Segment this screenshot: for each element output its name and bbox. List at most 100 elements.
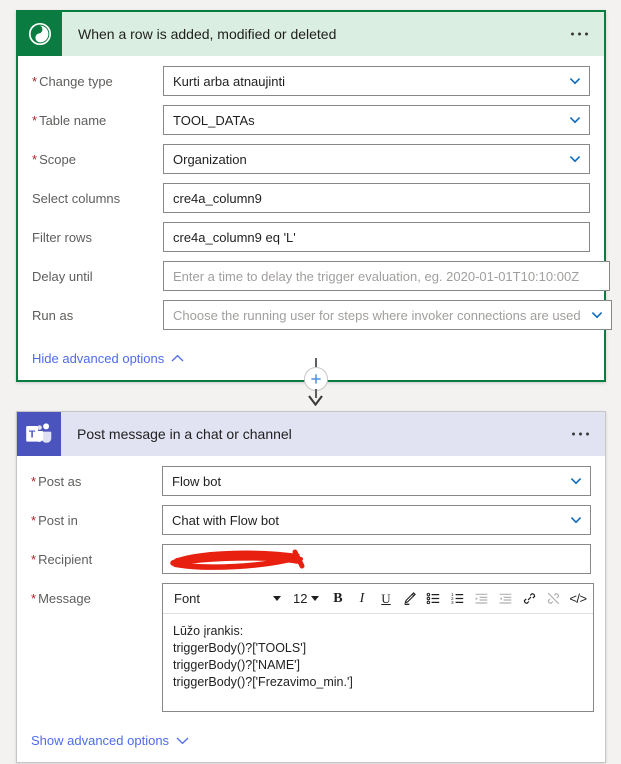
field-control-scope: Organization bbox=[163, 144, 590, 174]
label-text: Recipient bbox=[38, 552, 93, 567]
message-body[interactable]: Lūžo įrankis: triggerBody()?['TOOLS'] tr… bbox=[163, 614, 593, 711]
field-control-filter-rows: cre4a_column9 eq 'L' bbox=[163, 222, 590, 252]
pen-highlight-icon[interactable] bbox=[398, 587, 421, 610]
run-as-dropdown[interactable]: Choose the running user for steps where … bbox=[163, 300, 612, 330]
teams-icon: T bbox=[17, 412, 61, 456]
code-view-button[interactable]: </> bbox=[566, 587, 589, 610]
field-label-table-name: * Table name bbox=[32, 105, 163, 128]
label-text: Message bbox=[38, 591, 91, 606]
bold-button[interactable]: B bbox=[326, 587, 349, 610]
dot bbox=[586, 432, 589, 436]
action-card-header[interactable]: T Post message in a chat or channel bbox=[17, 412, 605, 456]
font-family-dropdown[interactable]: Font bbox=[167, 588, 286, 609]
svg-text:3: 3 bbox=[452, 600, 455, 605]
field-control-post-as: Flow bot bbox=[162, 466, 591, 496]
unlink-icon bbox=[542, 587, 565, 610]
scope-dropdown[interactable]: Organization bbox=[163, 144, 590, 174]
required-asterisk: * bbox=[32, 152, 38, 167]
trigger-card[interactable]: When a row is added, modified or deleted… bbox=[16, 10, 612, 382]
field-row-select-columns: Select columns cre4a_column9 bbox=[32, 183, 590, 213]
field-row-delay-until: Delay until Enter a time to delay the tr… bbox=[32, 261, 611, 291]
connector-line-top bbox=[315, 358, 317, 367]
font-size-value: 12 bbox=[293, 591, 308, 606]
action-card[interactable]: T Post message in a chat or channel * Pos… bbox=[16, 411, 606, 763]
field-row-scope: * Scope Organization bbox=[32, 144, 590, 174]
field-row-recipient: * Recipient bbox=[31, 544, 591, 574]
field-label-run-as: Run as bbox=[32, 308, 74, 323]
field-control-run-as: Choose the running user for steps where … bbox=[163, 300, 612, 330]
select-columns-input[interactable]: cre4a_column9 bbox=[163, 183, 590, 213]
required-asterisk: * bbox=[32, 74, 38, 89]
action-card-title: Post message in a chat or channel bbox=[77, 426, 292, 442]
message-line: triggerBody()?['NAME'] bbox=[173, 658, 301, 672]
trigger-card-header[interactable]: When a row is added, modified or deleted bbox=[18, 12, 604, 56]
field-row-change-type: * Change type Kurti arba atnaujinti bbox=[32, 66, 590, 96]
chevron-down-icon bbox=[311, 596, 320, 601]
dot bbox=[578, 32, 581, 36]
chevron-down-icon bbox=[176, 733, 189, 748]
field-row-table-name: * Table name TOOL_DATAs bbox=[32, 105, 590, 135]
field-label-message: * Message bbox=[31, 583, 162, 606]
field-label-post-as: * Post as bbox=[31, 466, 162, 489]
advanced-options-label: Show advanced options bbox=[31, 733, 170, 748]
field-label-post-in: * Post in bbox=[31, 505, 162, 528]
required-asterisk: * bbox=[31, 552, 37, 567]
bulleted-list-icon[interactable] bbox=[422, 587, 445, 610]
field-control-recipient bbox=[162, 544, 591, 574]
field-label-recipient: * Recipient bbox=[31, 544, 162, 567]
field-control-select-columns: cre4a_column9 bbox=[163, 183, 590, 213]
chevron-down-icon bbox=[273, 596, 281, 601]
field-control-delay-until: Enter a time to delay the trigger evalua… bbox=[163, 261, 611, 291]
plus-icon bbox=[311, 374, 321, 384]
filter-rows-input[interactable]: cre4a_column9 eq 'L' bbox=[163, 222, 590, 252]
underline-button[interactable]: U bbox=[374, 587, 397, 610]
field-label-filter-rows: Filter rows bbox=[32, 230, 92, 245]
field-row-post-in: * Post in Chat with Flow bot bbox=[31, 505, 591, 535]
message-line: triggerBody()?['TOOLS'] bbox=[173, 641, 307, 655]
font-size-dropdown[interactable]: 12 bbox=[287, 588, 323, 609]
delay-until-input[interactable]: Enter a time to delay the trigger evalua… bbox=[163, 261, 611, 291]
field-label-change-type: * Change type bbox=[32, 66, 163, 89]
field-control-change-type: Kurti arba atnaujinti bbox=[163, 66, 590, 96]
field-control-post-in: Chat with Flow bot bbox=[162, 505, 591, 535]
label-text: Table name bbox=[39, 113, 107, 128]
label-text: Scope bbox=[39, 152, 76, 167]
field-row-message: * Message Font 12 B I U 1 2 3 </> Lūžo į… bbox=[31, 583, 595, 712]
action-card-body: * Post as Flow bot * Post in Chat with Flo… bbox=[17, 456, 605, 725]
increase-indent-icon bbox=[470, 587, 493, 610]
post-in-dropdown[interactable]: Chat with Flow bot bbox=[162, 505, 591, 535]
action-overflow-menu-button[interactable] bbox=[570, 427, 591, 442]
font-family-value: Font bbox=[174, 591, 201, 606]
required-asterisk: * bbox=[32, 113, 38, 128]
table-name-dropdown[interactable]: TOOL_DATAs bbox=[163, 105, 590, 135]
dot bbox=[579, 432, 582, 436]
recipient-input[interactable] bbox=[162, 544, 591, 574]
required-asterisk: * bbox=[31, 474, 37, 489]
link-icon[interactable] bbox=[518, 587, 541, 610]
field-label-delay-until: Delay until bbox=[32, 269, 93, 284]
message-rich-text-editor[interactable]: Font 12 B I U 1 2 3 </> Lūžo įrankis: tr… bbox=[162, 583, 595, 712]
message-line: Lūžo įrankis: bbox=[173, 624, 244, 638]
change-type-dropdown[interactable]: Kurti arba atnaujinti bbox=[163, 66, 590, 96]
field-control-table-name: TOOL_DATAs bbox=[163, 105, 590, 135]
field-row-post-as: * Post as Flow bot bbox=[31, 466, 591, 496]
flow-designer-canvas: When a row is added, modified or deleted… bbox=[0, 0, 621, 764]
post-as-dropdown[interactable]: Flow bot bbox=[162, 466, 591, 496]
rte-toolbar: Font 12 B I U 1 2 3 </> bbox=[163, 584, 594, 614]
show-advanced-options-link[interactable]: Show advanced options bbox=[17, 725, 605, 762]
numbered-list-icon[interactable]: 1 2 3 bbox=[446, 587, 469, 610]
redaction-scribble bbox=[170, 549, 305, 570]
italic-button[interactable]: I bbox=[350, 587, 373, 610]
field-row-filter-rows: Filter rows cre4a_column9 eq 'L' bbox=[32, 222, 590, 252]
insert-step-button[interactable] bbox=[304, 367, 328, 391]
trigger-overflow-menu-button[interactable] bbox=[569, 27, 590, 42]
field-label-scope: * Scope bbox=[32, 144, 163, 167]
label-text: Change type bbox=[39, 74, 113, 89]
field-label-select-columns: Select columns bbox=[32, 191, 121, 206]
dot bbox=[571, 32, 574, 36]
required-asterisk: * bbox=[31, 591, 37, 606]
decrease-indent-icon bbox=[494, 587, 517, 610]
required-asterisk: * bbox=[31, 513, 37, 528]
svg-text:T: T bbox=[29, 429, 36, 441]
field-row-run-as: Run as Choose the running user for steps… bbox=[32, 300, 612, 330]
